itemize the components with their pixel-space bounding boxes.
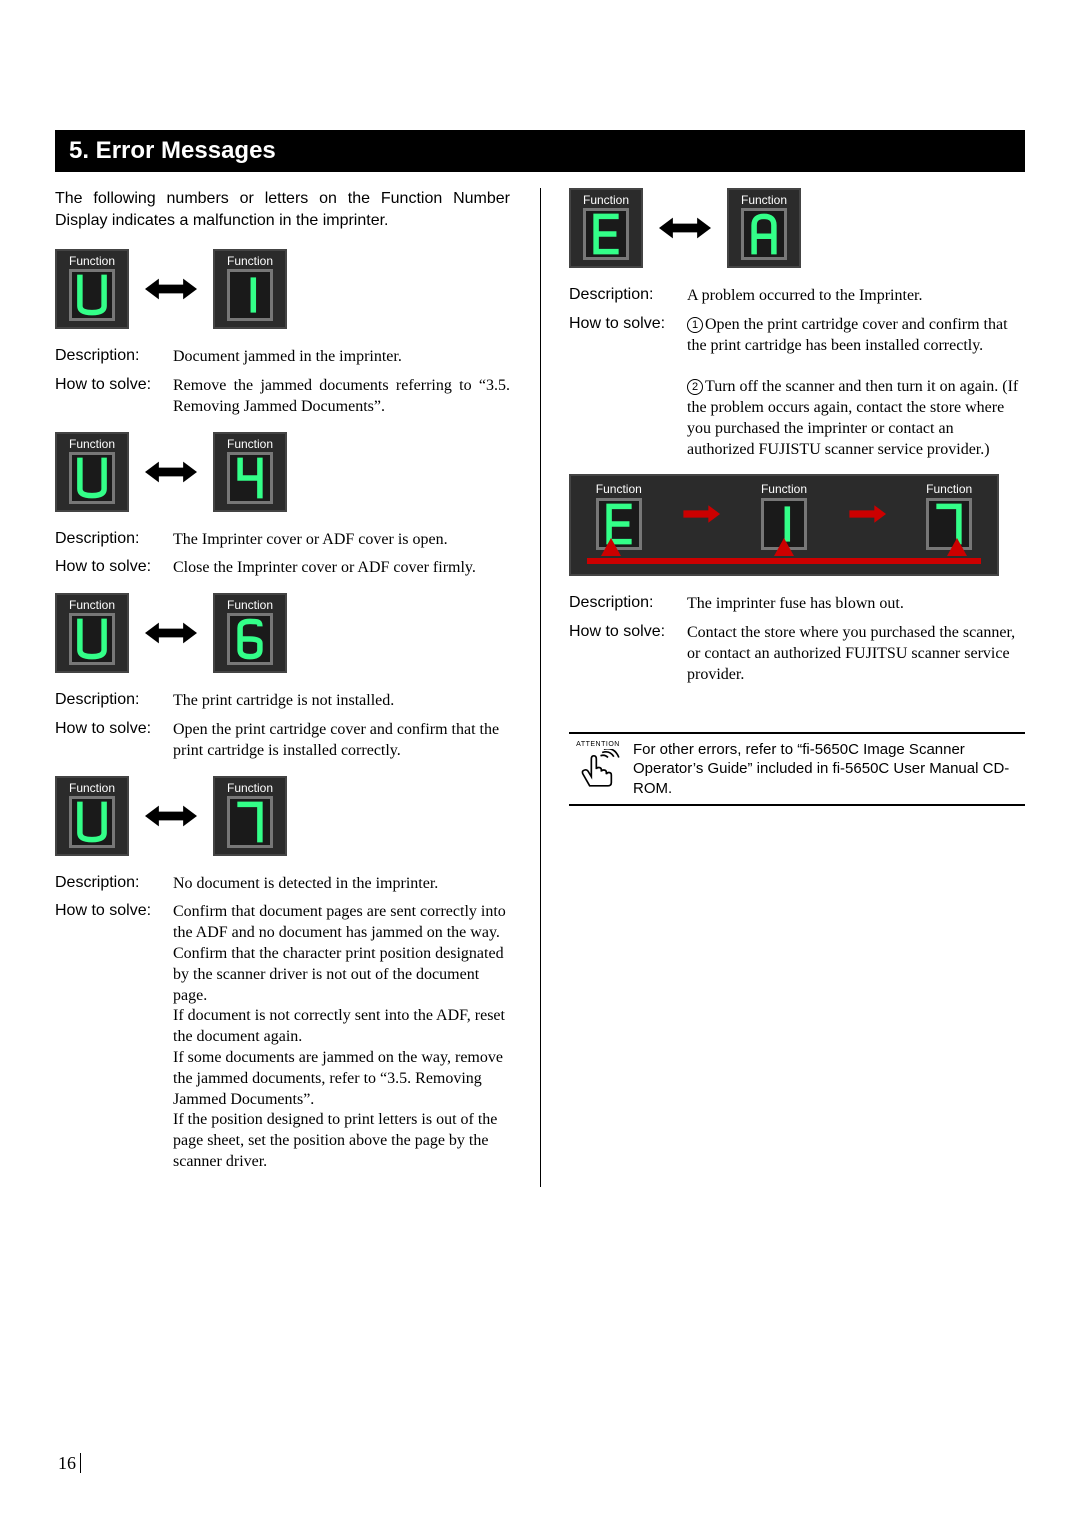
description-label: Description:	[569, 594, 687, 612]
seg-display-A	[741, 208, 787, 260]
function-panel: Function	[213, 593, 287, 673]
solve-label: How to solve:	[569, 623, 687, 641]
function-panel: Function	[55, 432, 129, 512]
right-arrow-icon	[679, 502, 723, 531]
seg-display-E	[583, 208, 629, 260]
seg-display-U	[69, 269, 115, 321]
seg-display-U	[69, 796, 115, 848]
solve-text: Confirm that document pages are sent cor…	[173, 902, 510, 1172]
description-label: Description:	[55, 874, 173, 892]
function-panel: Function	[55, 249, 129, 329]
double-arrow-icon	[145, 275, 197, 303]
description-text: Document jammed in the imprinter.	[173, 347, 402, 368]
double-arrow-icon	[145, 458, 197, 486]
function-label: Function	[69, 782, 115, 794]
attention-text: For other errors, refer to “fi-5650C Ima…	[633, 740, 1021, 799]
solve-label: How to solve:	[55, 376, 173, 394]
function-label: Function	[741, 194, 787, 206]
function-panel: Function	[213, 249, 287, 329]
description-label: Description:	[55, 347, 173, 365]
display-u4: Function Function	[55, 432, 510, 512]
solve-text: 1Open the print cartridge cover and conf…	[687, 315, 1025, 461]
attention-box: ATTENTION For other errors, refer to “fi…	[569, 732, 1025, 807]
seg-display-4	[227, 452, 273, 504]
description-text: The Imprinter cover or ADF cover is open…	[173, 530, 448, 551]
function-label: Function	[761, 482, 807, 496]
page-number: 16	[58, 1453, 83, 1474]
description-label: Description:	[55, 530, 173, 548]
function-panel: Function	[569, 188, 643, 268]
function-label: Function	[926, 482, 972, 496]
solve-text: Remove the jammed documents referring to…	[173, 376, 510, 418]
right-arrow-icon	[845, 502, 889, 531]
solve-label: How to solve:	[55, 720, 173, 738]
description-text: The imprinter fuse has blown out.	[687, 594, 904, 615]
double-arrow-icon	[145, 802, 197, 830]
seg-display-U	[69, 613, 115, 665]
attention-hand-icon: ATTENTION	[573, 740, 623, 797]
display-e17-sequence: Function Function Function	[569, 474, 999, 576]
display-ea: Function Function	[569, 188, 1025, 268]
seg-display-U	[69, 452, 115, 504]
description-label: Description:	[569, 286, 687, 304]
section-heading: 5. Error Messages	[55, 130, 1025, 172]
double-arrow-icon	[145, 619, 197, 647]
display-u6: Function Function	[55, 593, 510, 673]
display-u7: Function Function	[55, 776, 510, 856]
seg-display-6	[227, 613, 273, 665]
function-label: Function	[227, 782, 273, 794]
function-panel: Function	[55, 776, 129, 856]
right-column: Function Function Description: A problem…	[540, 188, 1025, 1187]
function-panel: Function	[213, 432, 287, 512]
seg-display-7	[227, 796, 273, 848]
seg-display-1	[227, 269, 273, 321]
function-panel: Function	[213, 776, 287, 856]
description-text: A problem occurred to the Imprinter.	[687, 286, 922, 307]
step-2-icon: 2	[687, 379, 703, 395]
solve-label: How to solve:	[55, 902, 173, 920]
function-label: Function	[583, 194, 629, 206]
intro-text: The following numbers or letters on the …	[55, 188, 510, 231]
function-panel: Function	[727, 188, 801, 268]
sequence-bar-icon	[587, 558, 981, 564]
solve-label: How to solve:	[569, 315, 687, 333]
display-u1: Function Function	[55, 249, 510, 329]
function-label: Function	[596, 482, 642, 496]
function-label: Function	[69, 438, 115, 450]
description-text: No document is detected in the imprinter…	[173, 874, 438, 895]
description-label: Description:	[55, 691, 173, 709]
left-column: The following numbers or letters on the …	[55, 188, 540, 1187]
function-label: Function	[69, 255, 115, 267]
solve-label: How to solve:	[55, 558, 173, 576]
function-label: Function	[227, 255, 273, 267]
function-label: Function	[227, 438, 273, 450]
function-label: Function	[227, 599, 273, 611]
double-arrow-icon	[659, 214, 711, 242]
description-text: The print cartridge is not installed.	[173, 691, 394, 712]
step-1-icon: 1	[687, 317, 703, 333]
solve-text: Contact the store where you purchased th…	[687, 623, 1025, 685]
solve-text: Close the Imprinter cover or ADF cover f…	[173, 558, 476, 579]
solve-text: Open the print cartridge cover and confi…	[173, 720, 510, 762]
function-label: Function	[69, 599, 115, 611]
function-panel: Function	[55, 593, 129, 673]
